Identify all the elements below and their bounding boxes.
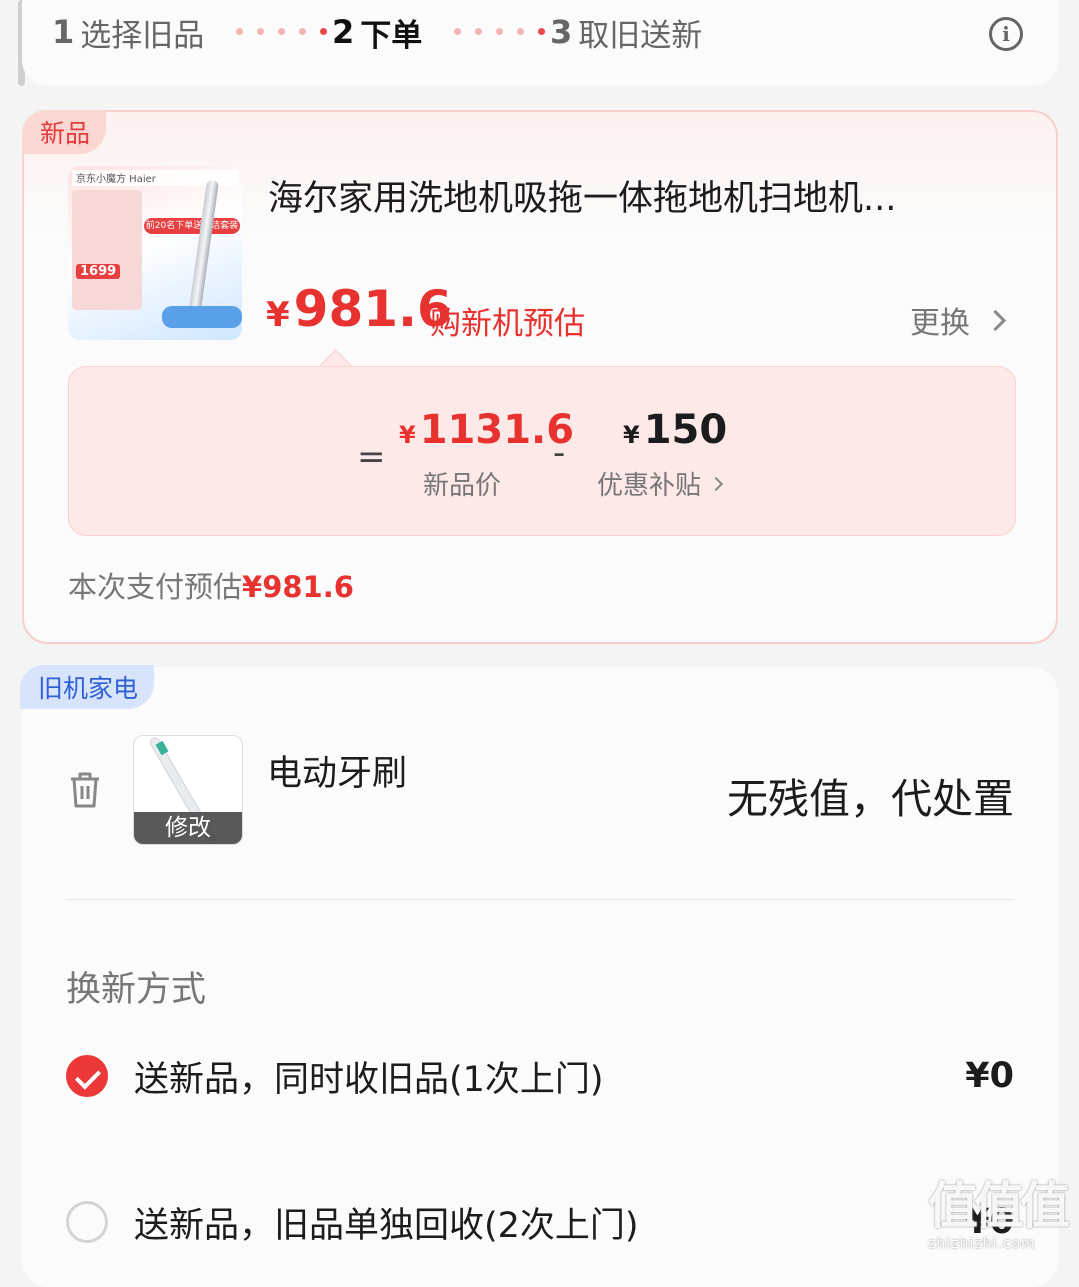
- step-dots-1: [236, 28, 327, 35]
- step-3: 3 取旧送新: [550, 10, 702, 54]
- radio-checked-icon[interactable]: [66, 1055, 108, 1097]
- old-item-tag: 旧机家电: [20, 665, 155, 709]
- price-breakdown: = ¥ 1131.6 新品价 - ¥ 150 优惠补贴: [68, 366, 1016, 536]
- step-2-label: 下单: [360, 17, 423, 54]
- new-price-estimate: ¥ 981.6: [266, 280, 452, 338]
- new-price-label: 新品价: [423, 471, 502, 501]
- new-product-tag: 新品: [22, 110, 107, 154]
- new-price-symbol: ¥: [399, 421, 416, 449]
- step-dots-2: [454, 28, 545, 35]
- price-value: 981.6: [293, 280, 452, 338]
- subsidy-label: 优惠补贴: [597, 471, 702, 501]
- product-image-mop-handle: [189, 179, 219, 311]
- payment-estimate-label: 本次支付预估: [68, 570, 243, 604]
- payment-estimate-value: ¥981.6: [242, 570, 354, 604]
- step-2: 2 下单: [332, 10, 422, 54]
- new-price-value: ¥ 1131.6: [399, 407, 574, 453]
- watermark-logo: 值值值: [928, 1177, 1070, 1235]
- exchange-option-2-label: 送新品，旧品单独回收(2次上门): [134, 1205, 639, 1246]
- chevron-right-icon: [708, 476, 724, 491]
- product-image[interactable]: 京东小魔方 Haier 1699 前20名下单送清洁套装: [68, 166, 242, 340]
- old-item-card: 旧机家电 修改 电动牙刷 无残值，代处置 换新方式 送新品，同时收旧品(1次上门…: [20, 665, 1058, 1287]
- exchange-option-1-price: ¥0: [965, 1056, 1014, 1096]
- info-icon[interactable]: i: [989, 17, 1023, 51]
- price-symbol: ¥: [266, 295, 290, 335]
- step-1-label: 选择旧品: [80, 17, 205, 54]
- old-item-value: 无残值，代处置: [727, 775, 1014, 823]
- product-image-mop-base: [162, 306, 242, 328]
- exchange-method-title: 换新方式: [66, 970, 207, 1010]
- product-image-price: 1699: [76, 264, 121, 279]
- exchange-option-1-label: 送新品，同时收旧品(1次上门): [134, 1059, 604, 1100]
- edit-old-item-button[interactable]: 修改: [134, 812, 242, 844]
- product-image-banner: 前20名下单送清洁套装: [144, 218, 240, 234]
- new-price-number: 1131.6: [419, 407, 575, 453]
- step-3-label: 取旧送新: [578, 17, 703, 54]
- exchange-option-1[interactable]: 送新品，同时收旧品(1次上门) ¥0: [66, 1051, 1014, 1101]
- old-item-name: 电动牙刷: [267, 754, 408, 794]
- equals-sign: =: [357, 437, 386, 477]
- minus-sign: -: [553, 433, 566, 473]
- product-image-promo-block: [72, 190, 142, 310]
- old-item-image[interactable]: 修改: [133, 735, 243, 845]
- watermark: 值值值 zhizhizhi.com: [928, 1176, 1078, 1261]
- new-product-card: 新品 京东小魔方 Haier 1699 前20名下单送清洁套装 海尔家用洗地机吸…: [22, 110, 1058, 644]
- product-title[interactable]: 海尔家用洗地机吸拖一体拖地机扫地机...: [268, 170, 1008, 221]
- step-2-number: 2: [332, 13, 355, 51]
- subsidy-value: ¥ 150: [623, 407, 727, 453]
- exchange-option-2[interactable]: 送新品，旧品单独回收(2次上门) ¥0: [66, 1197, 1014, 1247]
- payment-estimate: 本次支付预估¥981.6: [68, 564, 354, 606]
- chevron-right-icon: [984, 309, 1007, 331]
- watermark-url: zhizhizhi.com: [928, 1236, 1036, 1252]
- trash-icon[interactable]: [68, 771, 102, 809]
- price-note: 购新机预估: [430, 306, 585, 342]
- change-label: 更换: [910, 306, 970, 341]
- subsidy-number: 150: [643, 407, 728, 453]
- change-product-button[interactable]: 更换: [910, 298, 1007, 342]
- steps-header: 1 选择旧品 2 下单 3 取旧送新 i: [22, 0, 1058, 86]
- subsidy-symbol: ¥: [623, 421, 640, 449]
- step-1: 1 选择旧品: [52, 10, 204, 54]
- step-1-number: 1: [52, 13, 75, 51]
- divider: [66, 899, 1014, 900]
- radio-unchecked-icon[interactable]: [66, 1201, 108, 1243]
- subsidy-link[interactable]: 优惠补贴: [597, 465, 724, 502]
- step-3-number: 3: [550, 13, 573, 51]
